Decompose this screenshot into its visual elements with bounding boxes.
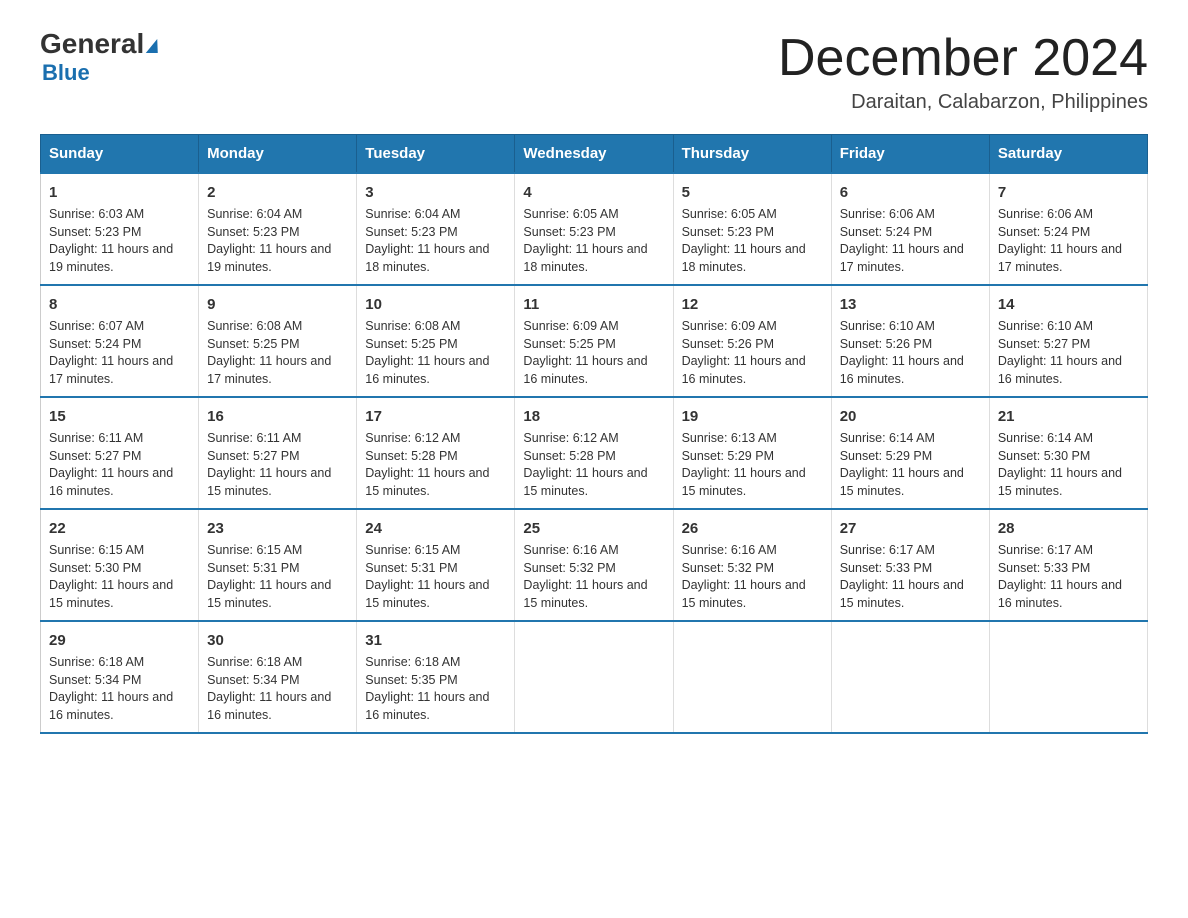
week-row-1: 1Sunrise: 6:03 AMSunset: 5:23 PMDaylight…: [41, 173, 1148, 285]
logo-general: General: [40, 30, 159, 58]
day-number: 19: [682, 406, 823, 427]
day-cell-29: 29Sunrise: 6:18 AMSunset: 5:34 PMDayligh…: [41, 621, 199, 733]
day-number: 21: [998, 406, 1139, 427]
day-cell-1: 1Sunrise: 6:03 AMSunset: 5:23 PMDaylight…: [41, 173, 199, 285]
title-section: December 2024 Daraitan, Calabarzon, Phil…: [778, 30, 1148, 114]
day-cell-2: 2Sunrise: 6:04 AMSunset: 5:23 PMDaylight…: [199, 173, 357, 285]
day-cell-14: 14Sunrise: 6:10 AMSunset: 5:27 PMDayligh…: [989, 285, 1147, 397]
empty-cell-w4-6: [989, 621, 1147, 733]
day-number: 9: [207, 294, 348, 315]
day-number: 26: [682, 518, 823, 539]
day-number: 31: [365, 630, 506, 651]
day-number: 12: [682, 294, 823, 315]
day-cell-17: 17Sunrise: 6:12 AMSunset: 5:28 PMDayligh…: [357, 397, 515, 509]
day-cell-25: 25Sunrise: 6:16 AMSunset: 5:32 PMDayligh…: [515, 509, 673, 621]
day-cell-12: 12Sunrise: 6:09 AMSunset: 5:26 PMDayligh…: [673, 285, 831, 397]
day-number: 24: [365, 518, 506, 539]
day-number: 3: [365, 182, 506, 203]
day-number: 28: [998, 518, 1139, 539]
calendar-header-row: SundayMondayTuesdayWednesdayThursdayFrid…: [41, 135, 1148, 174]
empty-cell-w4-3: [515, 621, 673, 733]
day-cell-10: 10Sunrise: 6:08 AMSunset: 5:25 PMDayligh…: [357, 285, 515, 397]
week-row-3: 15Sunrise: 6:11 AMSunset: 5:27 PMDayligh…: [41, 397, 1148, 509]
month-title: December 2024: [778, 30, 1148, 87]
day-cell-27: 27Sunrise: 6:17 AMSunset: 5:33 PMDayligh…: [831, 509, 989, 621]
day-cell-26: 26Sunrise: 6:16 AMSunset: 5:32 PMDayligh…: [673, 509, 831, 621]
day-number: 5: [682, 182, 823, 203]
calendar-table: SundayMondayTuesdayWednesdayThursdayFrid…: [40, 134, 1148, 734]
day-cell-16: 16Sunrise: 6:11 AMSunset: 5:27 PMDayligh…: [199, 397, 357, 509]
header-tuesday: Tuesday: [357, 135, 515, 174]
day-number: 13: [840, 294, 981, 315]
day-number: 25: [523, 518, 664, 539]
day-number: 7: [998, 182, 1139, 203]
day-number: 1: [49, 182, 190, 203]
day-cell-11: 11Sunrise: 6:09 AMSunset: 5:25 PMDayligh…: [515, 285, 673, 397]
header-thursday: Thursday: [673, 135, 831, 174]
header-sunday: Sunday: [41, 135, 199, 174]
empty-cell-w4-5: [831, 621, 989, 733]
day-cell-19: 19Sunrise: 6:13 AMSunset: 5:29 PMDayligh…: [673, 397, 831, 509]
day-cell-8: 8Sunrise: 6:07 AMSunset: 5:24 PMDaylight…: [41, 285, 199, 397]
day-number: 22: [49, 518, 190, 539]
day-number: 30: [207, 630, 348, 651]
day-number: 10: [365, 294, 506, 315]
day-cell-3: 3Sunrise: 6:04 AMSunset: 5:23 PMDaylight…: [357, 173, 515, 285]
day-number: 29: [49, 630, 190, 651]
day-cell-22: 22Sunrise: 6:15 AMSunset: 5:30 PMDayligh…: [41, 509, 199, 621]
page-header: General Blue December 2024 Daraitan, Cal…: [40, 30, 1148, 114]
header-monday: Monday: [199, 135, 357, 174]
day-number: 16: [207, 406, 348, 427]
day-cell-4: 4Sunrise: 6:05 AMSunset: 5:23 PMDaylight…: [515, 173, 673, 285]
day-number: 8: [49, 294, 190, 315]
day-number: 23: [207, 518, 348, 539]
day-number: 4: [523, 182, 664, 203]
day-number: 11: [523, 294, 664, 315]
day-number: 6: [840, 182, 981, 203]
day-cell-28: 28Sunrise: 6:17 AMSunset: 5:33 PMDayligh…: [989, 509, 1147, 621]
day-number: 20: [840, 406, 981, 427]
day-number: 15: [49, 406, 190, 427]
day-cell-18: 18Sunrise: 6:12 AMSunset: 5:28 PMDayligh…: [515, 397, 673, 509]
day-cell-23: 23Sunrise: 6:15 AMSunset: 5:31 PMDayligh…: [199, 509, 357, 621]
week-row-4: 22Sunrise: 6:15 AMSunset: 5:30 PMDayligh…: [41, 509, 1148, 621]
day-cell-13: 13Sunrise: 6:10 AMSunset: 5:26 PMDayligh…: [831, 285, 989, 397]
header-friday: Friday: [831, 135, 989, 174]
day-cell-6: 6Sunrise: 6:06 AMSunset: 5:24 PMDaylight…: [831, 173, 989, 285]
week-row-5: 29Sunrise: 6:18 AMSunset: 5:34 PMDayligh…: [41, 621, 1148, 733]
day-cell-5: 5Sunrise: 6:05 AMSunset: 5:23 PMDaylight…: [673, 173, 831, 285]
logo: General Blue: [40, 30, 159, 86]
day-cell-9: 9Sunrise: 6:08 AMSunset: 5:25 PMDaylight…: [199, 285, 357, 397]
day-number: 14: [998, 294, 1139, 315]
day-cell-30: 30Sunrise: 6:18 AMSunset: 5:34 PMDayligh…: [199, 621, 357, 733]
day-number: 27: [840, 518, 981, 539]
day-cell-20: 20Sunrise: 6:14 AMSunset: 5:29 PMDayligh…: [831, 397, 989, 509]
header-saturday: Saturday: [989, 135, 1147, 174]
day-number: 18: [523, 406, 664, 427]
day-cell-21: 21Sunrise: 6:14 AMSunset: 5:30 PMDayligh…: [989, 397, 1147, 509]
day-number: 17: [365, 406, 506, 427]
day-cell-7: 7Sunrise: 6:06 AMSunset: 5:24 PMDaylight…: [989, 173, 1147, 285]
empty-cell-w4-4: [673, 621, 831, 733]
day-number: 2: [207, 182, 348, 203]
header-wednesday: Wednesday: [515, 135, 673, 174]
day-cell-15: 15Sunrise: 6:11 AMSunset: 5:27 PMDayligh…: [41, 397, 199, 509]
day-cell-24: 24Sunrise: 6:15 AMSunset: 5:31 PMDayligh…: [357, 509, 515, 621]
logo-blue-text: Blue: [42, 60, 90, 86]
week-row-2: 8Sunrise: 6:07 AMSunset: 5:24 PMDaylight…: [41, 285, 1148, 397]
location: Daraitan, Calabarzon, Philippines: [778, 91, 1148, 114]
day-cell-31: 31Sunrise: 6:18 AMSunset: 5:35 PMDayligh…: [357, 621, 515, 733]
